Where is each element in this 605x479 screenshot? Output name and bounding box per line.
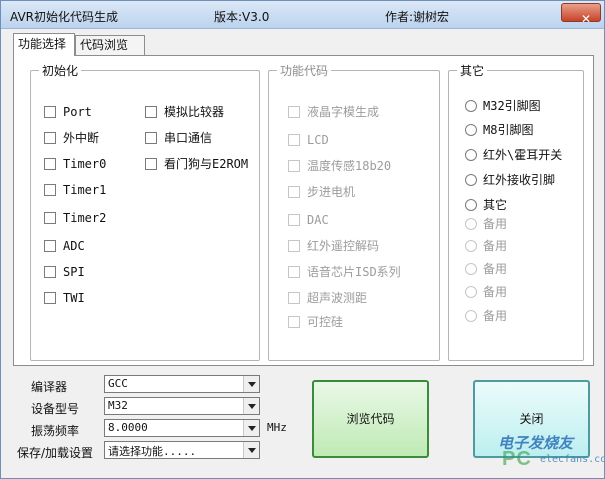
other-group-legend: 其它: [457, 62, 488, 79]
checkbox-label: 步进电机: [307, 185, 356, 199]
radio-label: 备用: [483, 217, 508, 231]
device-label: 设备型号: [31, 402, 80, 416]
init-group-legend: 初始化: [39, 62, 82, 79]
checkbox-label: Timer0: [63, 157, 107, 171]
watermark-brand: 电子发烧友: [498, 434, 574, 452]
checkbox-label: 超声波测距: [307, 291, 368, 305]
checkbox-box[interactable]: [44, 106, 56, 118]
radio-circle: [465, 286, 477, 298]
radio-circle[interactable]: [465, 199, 477, 211]
version-label: 版本:V3.0: [214, 10, 270, 24]
radio-label: 红外接收引脚: [483, 173, 556, 187]
save-load-select[interactable]: 请选择功能.....: [104, 441, 260, 459]
compiler-label: 编译器: [31, 380, 68, 394]
checkbox-label: 语音芯片ISD系列: [307, 265, 401, 279]
radio-circle[interactable]: [465, 124, 477, 136]
device-value: M32: [108, 399, 128, 412]
radio-circle: [465, 218, 477, 230]
compiler-select[interactable]: GCC: [104, 375, 260, 393]
radio-label: 其它: [483, 198, 508, 212]
checkbox-box: [288, 160, 300, 172]
radio-circle: [465, 240, 477, 252]
author-label: 作者:谢树宏: [385, 10, 450, 24]
radio-label: 备用: [483, 285, 508, 299]
checkbox-box[interactable]: [44, 240, 56, 252]
frequency-label: 振荡频率: [31, 424, 80, 438]
radio-circle[interactable]: [465, 174, 477, 186]
save-load-value: 请选择功能.....: [108, 445, 197, 458]
checkbox-box[interactable]: [145, 132, 157, 144]
checkbox-label: ADC: [63, 239, 85, 253]
radio-label: 备用: [483, 239, 508, 253]
checkbox-label: TWI: [63, 291, 85, 305]
frequency-value: 8.0000: [108, 421, 148, 434]
window-close-button[interactable]: ✕: [561, 3, 601, 26]
other-group: 其它 M32引脚图 M8引脚图 红外\霍耳开关 红外接收引脚 其它 备用 备用: [448, 62, 584, 361]
checkbox-box[interactable]: [44, 266, 56, 278]
function-select-panel: 初始化 Port 外中断 Timer0 Timer1 Timer2 ADC SP…: [13, 55, 594, 366]
tab-function-select[interactable]: 功能选择: [13, 33, 75, 56]
function-code-legend: 功能代码: [277, 62, 332, 79]
checkbox-box[interactable]: [44, 184, 56, 196]
checkbox-label: Port: [63, 105, 92, 119]
radio-circle[interactable]: [465, 100, 477, 112]
checkbox-box: [288, 240, 300, 252]
checkbox-box: [288, 106, 300, 118]
chevron-down-icon[interactable]: [243, 398, 259, 414]
checkbox-label: Timer1: [63, 183, 107, 197]
checkbox-box: [288, 266, 300, 278]
checkbox-box[interactable]: [44, 212, 56, 224]
checkbox-label: 红外遥控解码: [307, 239, 380, 253]
device-select[interactable]: M32: [104, 397, 260, 415]
checkbox-label: 可控硅: [307, 315, 344, 329]
chevron-down-icon[interactable]: [243, 442, 259, 458]
checkbox-label: 液晶字模生成: [307, 105, 380, 119]
checkbox-box: [288, 292, 300, 304]
chevron-down-icon[interactable]: [243, 376, 259, 392]
init-group: 初始化 Port 外中断 Timer0 Timer1 Timer2 ADC SP…: [30, 62, 260, 361]
radio-label: 备用: [483, 309, 508, 323]
checkbox-box: [288, 214, 300, 226]
watermark-site: elecfans.com: [540, 454, 604, 465]
function-code-group: 功能代码 液晶字模生成 LCD 温度传感18b20 步进电机 DAC 红外遥控解…: [268, 62, 440, 361]
checkbox-label: DAC: [307, 213, 329, 227]
title-bar[interactable]: AVR初始化代码生成 版本:V3.0 作者:谢树宏 ✕: [1, 1, 604, 29]
checkbox-box[interactable]: [44, 132, 56, 144]
chevron-down-icon[interactable]: [243, 420, 259, 436]
frequency-unit: MHz: [267, 421, 287, 434]
radio-circle: [465, 263, 477, 275]
window-title: AVR初始化代码生成: [10, 10, 118, 24]
checkbox-box: [288, 316, 300, 328]
checkbox-label: 外中断: [63, 131, 100, 145]
checkbox-label: Timer2: [63, 211, 107, 225]
checkbox-box: [288, 186, 300, 198]
radio-circle[interactable]: [465, 149, 477, 161]
radio-circle: [465, 310, 477, 322]
browse-code-button[interactable]: 浏览代码: [312, 380, 429, 458]
checkbox-box[interactable]: [44, 158, 56, 170]
checkbox-label: LCD: [307, 133, 329, 147]
tab-code-browse[interactable]: 代码浏览: [75, 35, 145, 55]
radio-label: 红外\霍耳开关: [483, 148, 563, 162]
frequency-select[interactable]: 8.0000: [104, 419, 260, 437]
checkbox-box: [288, 134, 300, 146]
radio-label: 备用: [483, 262, 508, 276]
radio-label: M32引脚图: [483, 99, 541, 113]
checkbox-label: SPI: [63, 265, 85, 279]
radio-label: M8引脚图: [483, 123, 534, 137]
checkbox-box[interactable]: [145, 158, 157, 170]
checkbox-label: 模拟比较器: [164, 105, 225, 119]
checkbox-label: 串口通信: [164, 131, 213, 145]
checkbox-box[interactable]: [44, 292, 56, 304]
checkbox-label: 看门狗与E2ROM: [164, 157, 249, 171]
checkbox-label: 温度传感18b20: [307, 159, 392, 173]
app-window: AVR初始化代码生成 版本:V3.0 作者:谢树宏 ✕ 功能选择 代码浏览 初始…: [0, 0, 605, 479]
close-icon: ✕: [581, 12, 592, 26]
watermark-logo: PC 电子发烧友 elecfans.com: [488, 428, 604, 474]
checkbox-box[interactable]: [145, 106, 157, 118]
compiler-value: GCC: [108, 377, 128, 390]
save-load-label: 保存/加载设置: [17, 446, 94, 460]
